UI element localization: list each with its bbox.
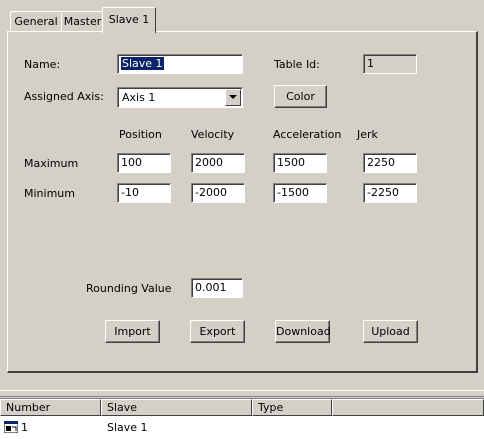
table-row[interactable]: 1 Slave 1: [0, 419, 484, 435]
tab-slave-1[interactable]: Slave 1: [102, 7, 156, 33]
row-slave: Slave 1: [107, 421, 148, 434]
tab-label: General: [14, 15, 58, 28]
chevron-down-icon[interactable]: [225, 89, 241, 106]
table-id-field: 1: [363, 54, 417, 74]
color-button[interactable]: Color: [274, 85, 327, 108]
slave-list[interactable]: Number Slave Type 1 Slave 1: [0, 398, 484, 439]
max-jerk-input[interactable]: 2250: [363, 153, 417, 173]
tab-general[interactable]: General: [10, 11, 62, 31]
download-button[interactable]: Download: [275, 320, 331, 343]
min-jerk-input[interactable]: -2250: [363, 183, 417, 203]
rounding-value-label: Rounding Value: [86, 282, 172, 295]
slave-icon: [3, 420, 19, 434]
list-header-type[interactable]: Type: [252, 399, 332, 416]
table-id-label: Table Id:: [274, 58, 320, 71]
import-button[interactable]: Import: [105, 320, 160, 343]
splitter-highlight: [0, 390, 484, 391]
column-header-jerk: Jerk: [357, 128, 378, 141]
list-header-slave[interactable]: Slave: [101, 399, 252, 416]
minimum-label: Minimum: [24, 187, 75, 200]
column-header-velocity: Velocity: [191, 128, 235, 141]
name-input[interactable]: Slave 1: [117, 54, 243, 74]
upload-button[interactable]: Upload: [363, 320, 418, 343]
maximum-label: Maximum: [24, 157, 79, 170]
assigned-axis-label: Assigned Axis:: [24, 90, 104, 103]
max-acceleration-input[interactable]: 1500: [273, 153, 327, 173]
rounding-value-input[interactable]: 0.001: [191, 278, 243, 298]
list-header-number[interactable]: Number: [0, 399, 101, 416]
min-velocity-input[interactable]: -2000: [191, 183, 245, 203]
min-position-input[interactable]: -10: [117, 183, 171, 203]
assigned-axis-select[interactable]: Axis 1: [117, 87, 243, 108]
tab-label: Master: [63, 15, 102, 28]
name-label: Name:: [24, 58, 61, 71]
tab-label: Slave 1: [108, 13, 150, 26]
splitter-shadow[interactable]: [0, 396, 484, 397]
column-header-acceleration: Acceleration: [273, 128, 342, 141]
row-number: 1: [21, 421, 28, 434]
min-acceleration-input[interactable]: -1500: [273, 183, 327, 203]
name-value: Slave 1: [121, 57, 164, 70]
export-button[interactable]: Export: [190, 320, 245, 343]
max-position-input[interactable]: 100: [117, 153, 171, 173]
column-header-position: Position: [119, 128, 162, 141]
tab-master[interactable]: Master: [61, 11, 104, 31]
assigned-axis-value: Axis 1: [122, 91, 156, 104]
max-velocity-input[interactable]: 2000: [191, 153, 245, 173]
list-header-filler: [332, 399, 484, 416]
tab-panel: Name: Slave 1 Table Id: 1 Assigned Axis:…: [7, 31, 478, 373]
